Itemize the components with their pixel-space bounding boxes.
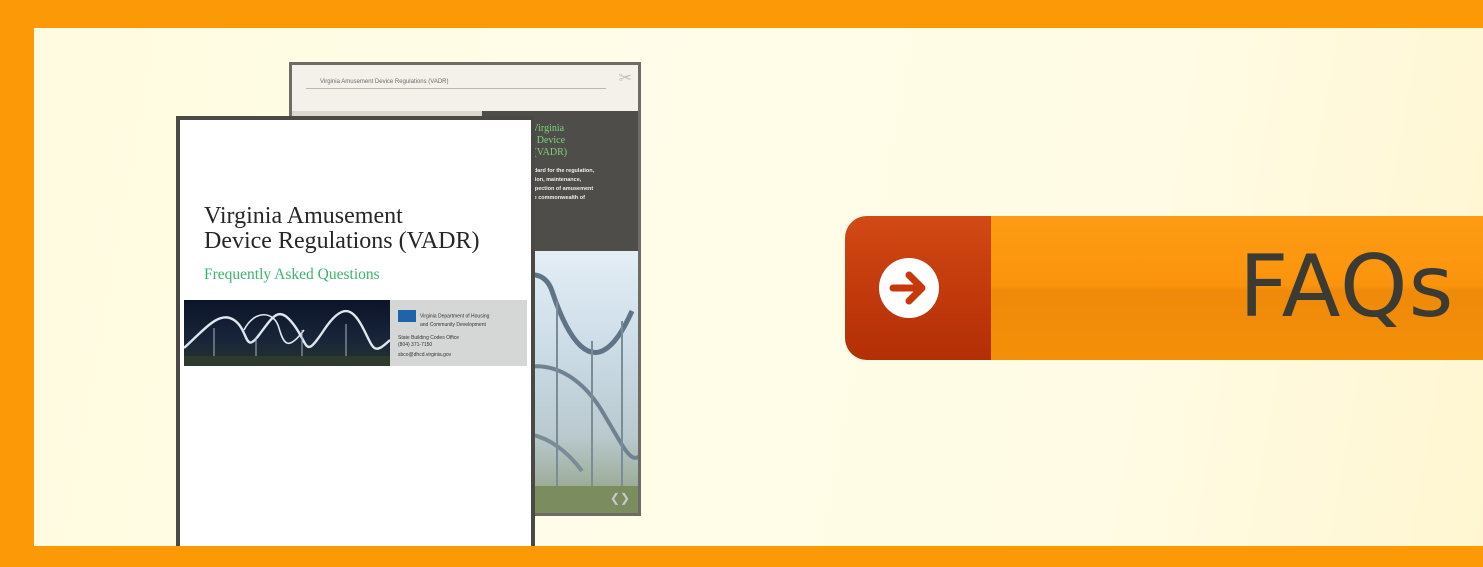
document-title-line: Device Regulations (VADR) [204,228,480,254]
faqs-button-label-area[interactable]: FAQs [991,216,1483,360]
banner-panel: Virginia Amusement Device Regulations (V… [34,28,1483,546]
scissors-icon: ✂ [618,70,632,87]
office-email: sbco@dhcd.virginia.gov [398,352,452,358]
arrow-right-icon[interactable] [879,258,939,318]
document-back-heading-line: ia Virginia [522,123,565,134]
document-back-heading-line: ent Device [522,135,566,146]
organization-name-line-2: and Community Development [420,322,486,328]
faqs-button-label[interactable]: FAQs [1239,234,1454,340]
document-back-body-line: location, maintenance, [522,177,582,183]
document-back-header: Virginia Amusement Device Regulations (V… [306,75,606,89]
document-title: Virginia Amusement Device Regulations (V… [204,204,524,254]
prev-next-arrows-icon[interactable]: ❮❯ [610,491,630,505]
night-coaster-drawing [184,309,390,366]
document-photo-strip: Virginia Department of Housing and Commu… [184,300,527,366]
document-contact-info: Virginia Department of Housing and Commu… [398,310,522,359]
office-phone: (804) 371-7150 [398,342,433,348]
night-coaster-photo [184,300,390,366]
faqs-button[interactable]: FAQs [845,216,1483,360]
document-front-page: Virginia Amusement Device Regulations (V… [176,116,535,546]
office-name: State Building Codes Office [398,335,460,341]
document-back-body-line: d inspection of amusement [522,186,594,192]
document-title-line: Virginia Amusement [204,203,403,229]
dhcd-logo [398,310,416,322]
document-subtitle: Frequently Asked Questions [204,266,380,283]
organization-name: Virginia Department of Housing [398,310,522,322]
document-back-body-line: Standard for the regulation, [522,168,595,174]
document-back-body-line: in the commonwealth of [522,195,585,201]
document-back-heading-line: ns (VADR) [522,147,568,158]
faqs-button-icon-area[interactable] [845,216,993,360]
faq-banner: Virginia Amusement Device Regulations (V… [0,0,1483,567]
